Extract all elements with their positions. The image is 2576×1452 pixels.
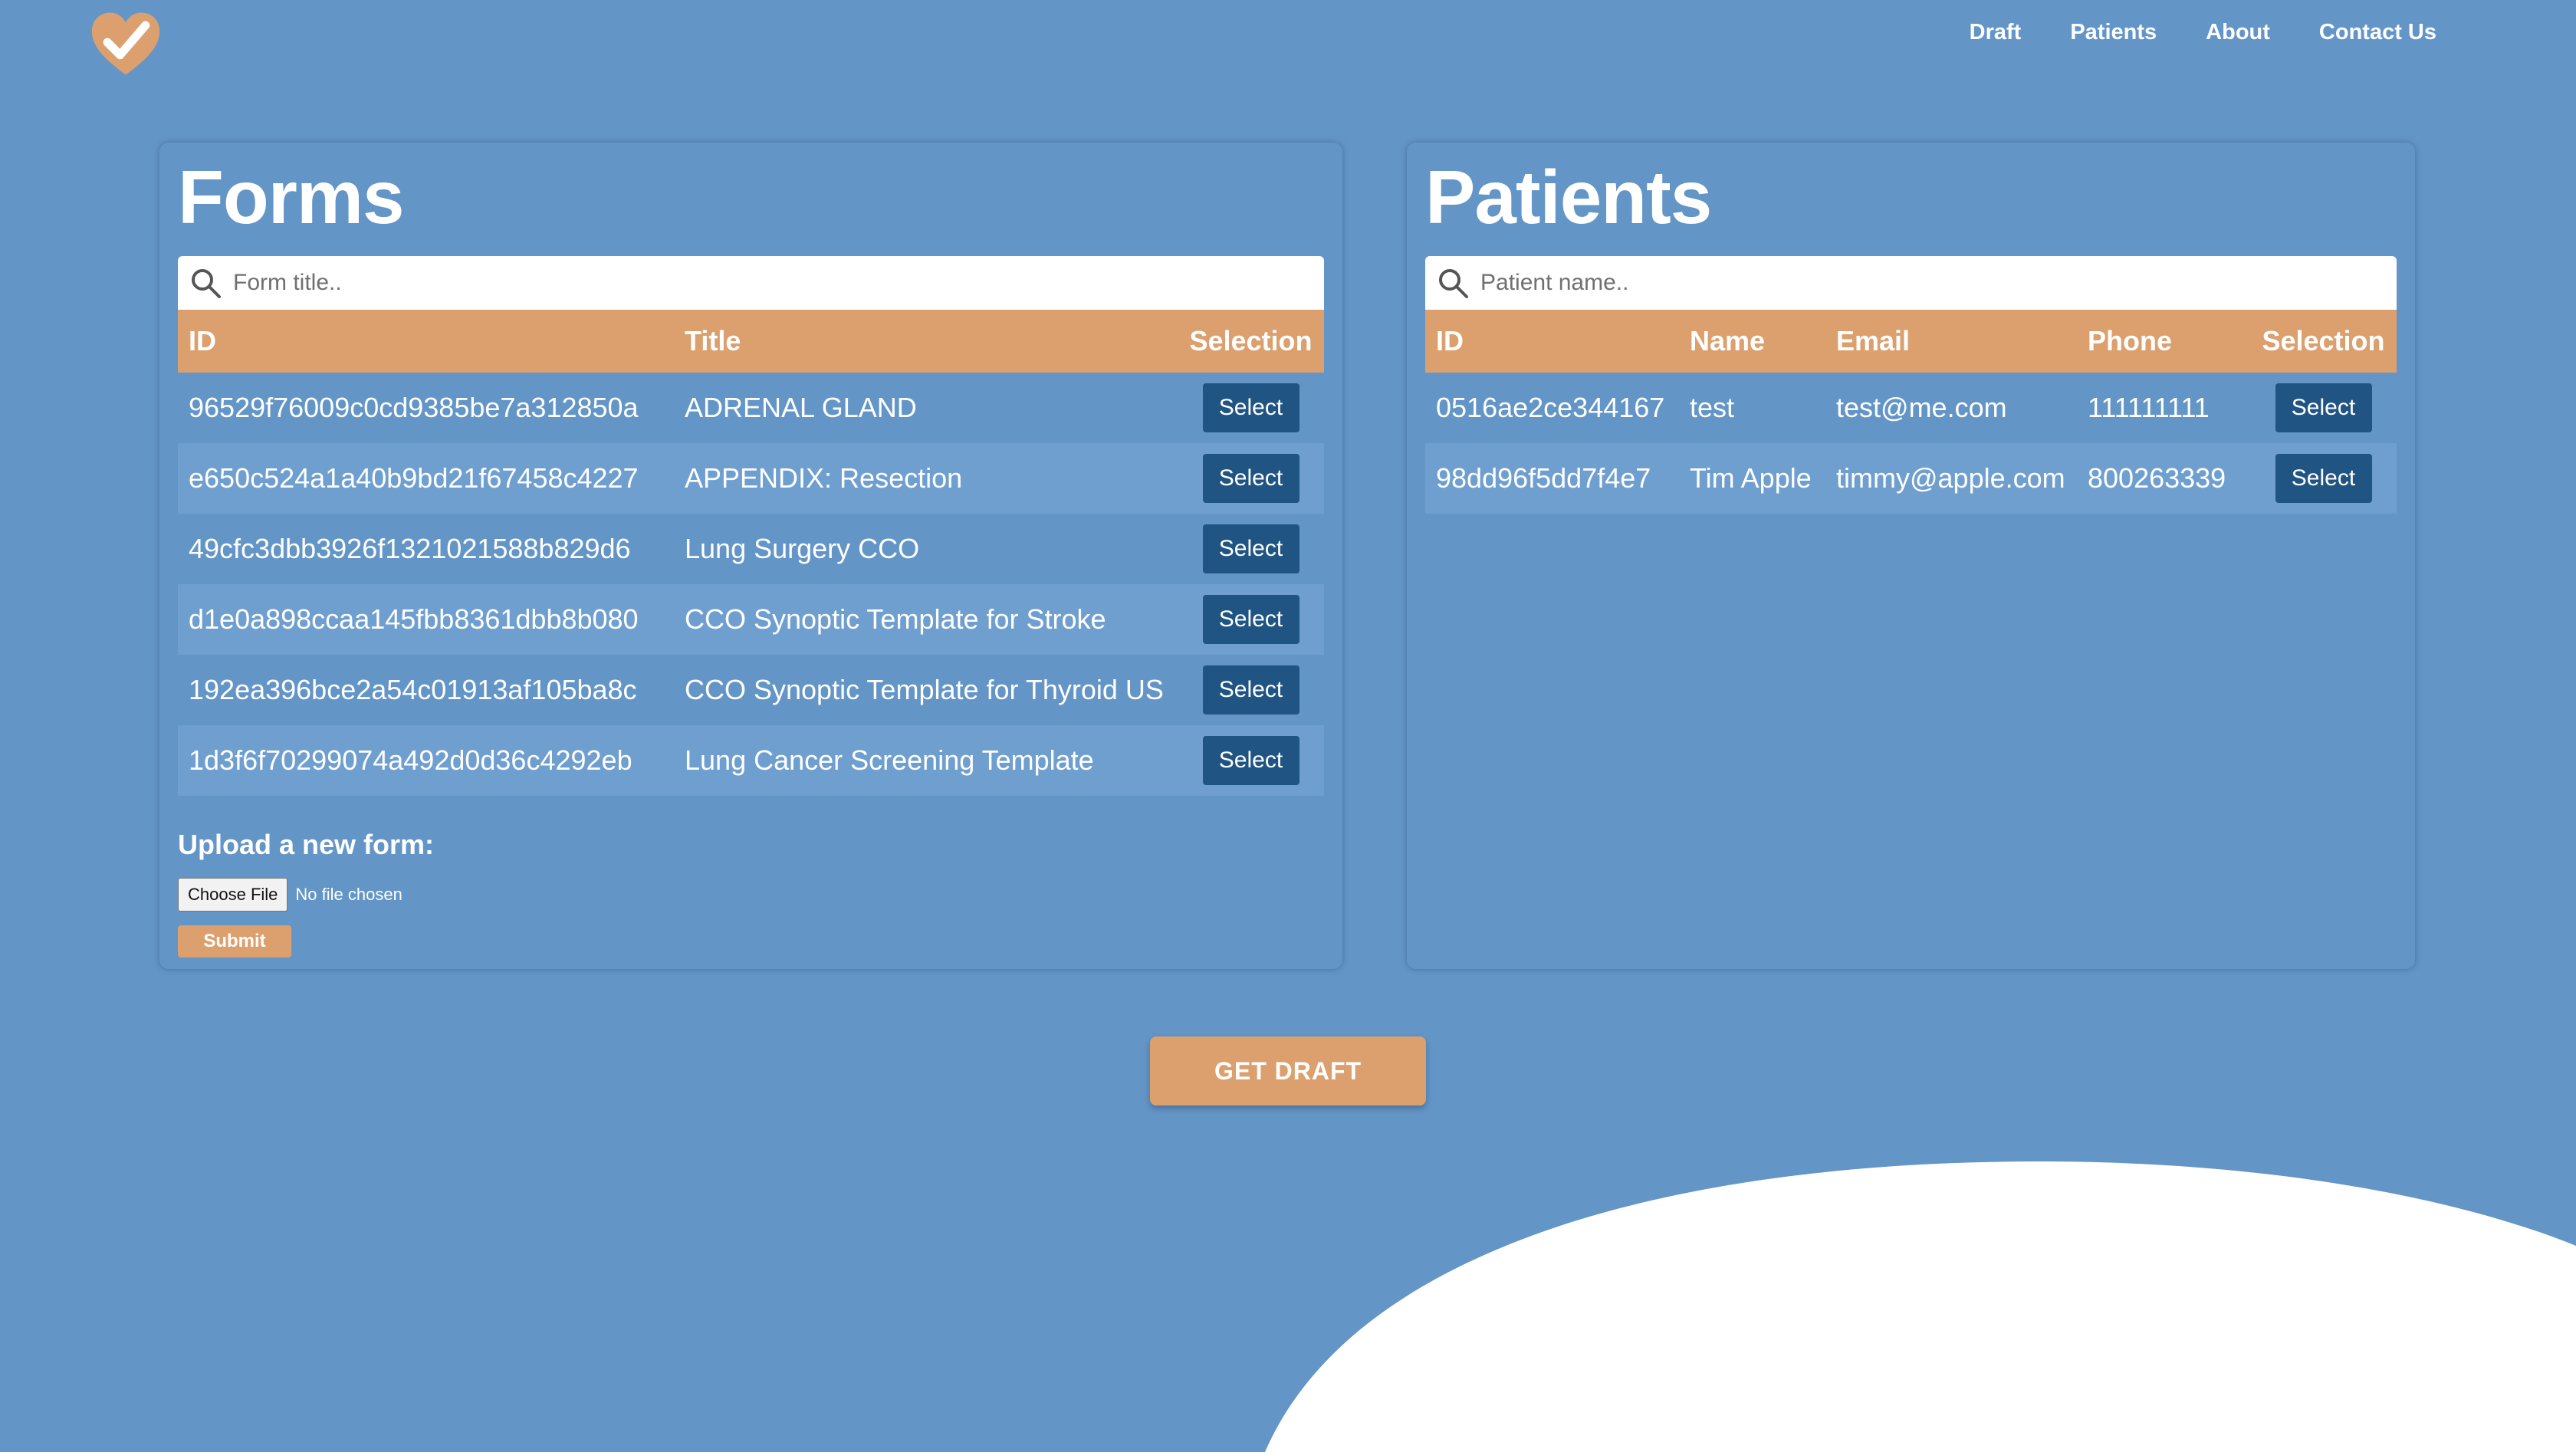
get-draft-button[interactable]: GET DRAFT: [1150, 1036, 1426, 1105]
patient-email: test@me.com: [1836, 392, 2007, 423]
form-title-search-input[interactable]: [233, 256, 1324, 310]
form-id: 1d3f6f70299074a492d0d36c4292eb: [189, 744, 632, 776]
table-row: 1d3f6f70299074a492d0d36c4292eb Lung Canc…: [178, 725, 1324, 796]
patient-name-search-input[interactable]: [1480, 256, 2397, 310]
patient-id: 98dd96f5dd7f4e7: [1436, 462, 1651, 494]
forms-title: Forms: [178, 155, 405, 239]
file-status-text: No file chosen: [295, 885, 402, 904]
col-id[interactable]: ID: [1425, 310, 1679, 373]
logo-heart-check-icon[interactable]: [90, 11, 161, 77]
table-row: e650c524a1a40b9bd21f67458c4227 APPENDIX:…: [178, 443, 1324, 514]
patients-table-header: ID Name Email Phone Selection: [1425, 310, 2397, 373]
form-title: CCO Synoptic Template for Stroke: [685, 603, 1106, 635]
col-title[interactable]: Title: [674, 310, 1178, 373]
patients-panel: Patients ID Name Email Phone Selection 0…: [1407, 143, 2415, 969]
form-id: 49cfc3dbb3926f1321021588b829d6: [189, 533, 631, 564]
form-id: 96529f76009c0cd9385be7a312850a: [189, 392, 639, 423]
table-row: 192ea396bce2a54c01913af105ba8c CCO Synop…: [178, 655, 1324, 725]
patients-title: Patients: [1425, 155, 1712, 239]
select-button[interactable]: Select: [1202, 595, 1300, 644]
search-icon: [192, 269, 221, 298]
table-row: 0516ae2ce344167 test test@me.com 1111111…: [1425, 373, 2397, 443]
col-phone[interactable]: Phone: [2077, 310, 2250, 373]
forms-panel: Forms ID Title Selection 96529f76009c0cd…: [159, 143, 1342, 969]
select-button[interactable]: Select: [1202, 736, 1300, 785]
patient-id: 0516ae2ce344167: [1436, 392, 1665, 423]
col-name[interactable]: Name: [1679, 310, 1825, 373]
forms-table-header: ID Title Selection: [178, 310, 1324, 373]
form-id: d1e0a898ccaa145fbb8361dbb8b080: [189, 603, 639, 635]
submit-button[interactable]: Submit: [178, 925, 291, 958]
form-title: APPENDIX: Resection: [685, 462, 963, 494]
search-icon: [1439, 269, 1468, 298]
nav-draft[interactable]: Draft: [1970, 20, 2022, 45]
select-button[interactable]: Select: [1202, 665, 1300, 715]
patient-name: test: [1690, 392, 1735, 423]
forms-search-bar: [178, 256, 1324, 310]
forms-table: ID Title Selection 96529f76009c0cd9385be…: [178, 310, 1324, 796]
form-title: Lung Surgery CCO: [685, 533, 920, 564]
nav-patients[interactable]: Patients: [2070, 20, 2157, 45]
upload-heading: Upload a new form:: [178, 829, 435, 860]
form-title: CCO Synoptic Template for Thyroid US: [685, 674, 1164, 705]
patients-search-bar: [1425, 256, 2397, 310]
form-id: e650c524a1a40b9bd21f67458c4227: [189, 462, 639, 494]
col-selection[interactable]: Selection: [2250, 310, 2397, 373]
patients-table: ID Name Email Phone Selection 0516ae2ce3…: [1425, 310, 2397, 514]
col-id[interactable]: ID: [178, 310, 674, 373]
form-id: 192ea396bce2a54c01913af105ba8c: [189, 674, 637, 705]
col-selection[interactable]: Selection: [1178, 310, 1324, 373]
select-button[interactable]: Select: [1202, 454, 1300, 503]
select-button[interactable]: Select: [2275, 383, 2372, 432]
nav-about[interactable]: About: [2206, 20, 2270, 45]
select-button[interactable]: Select: [1202, 524, 1300, 573]
table-row: 49cfc3dbb3926f1321021588b829d6 Lung Surg…: [178, 514, 1324, 584]
upload-form-section: Upload a new form: Choose File No file c…: [178, 829, 434, 958]
table-row: 96529f76009c0cd9385be7a312850a ADRENAL G…: [178, 373, 1324, 443]
col-email[interactable]: Email: [1825, 310, 2077, 373]
top-nav: Draft Patients About Contact Us: [1970, 20, 2436, 45]
choose-file-button[interactable]: Choose File: [178, 878, 288, 912]
patient-phone: 800263339: [2088, 462, 2226, 494]
table-row: d1e0a898ccaa145fbb8361dbb8b080 CCO Synop…: [178, 584, 1324, 655]
file-picker: Choose File No file chosen: [178, 878, 434, 912]
patient-name: Tim Apple: [1690, 462, 1812, 494]
form-title: ADRENAL GLAND: [685, 392, 917, 423]
nav-contact-us[interactable]: Contact Us: [2319, 20, 2436, 45]
table-row: 98dd96f5dd7f4e7 Tim Apple timmy@apple.co…: [1425, 443, 2397, 514]
patient-email: timmy@apple.com: [1836, 462, 2065, 494]
select-button[interactable]: Select: [1202, 383, 1300, 432]
patient-phone: 111111111: [2088, 392, 2210, 423]
select-button[interactable]: Select: [2275, 454, 2372, 503]
form-title: Lung Cancer Screening Template: [685, 744, 1094, 776]
